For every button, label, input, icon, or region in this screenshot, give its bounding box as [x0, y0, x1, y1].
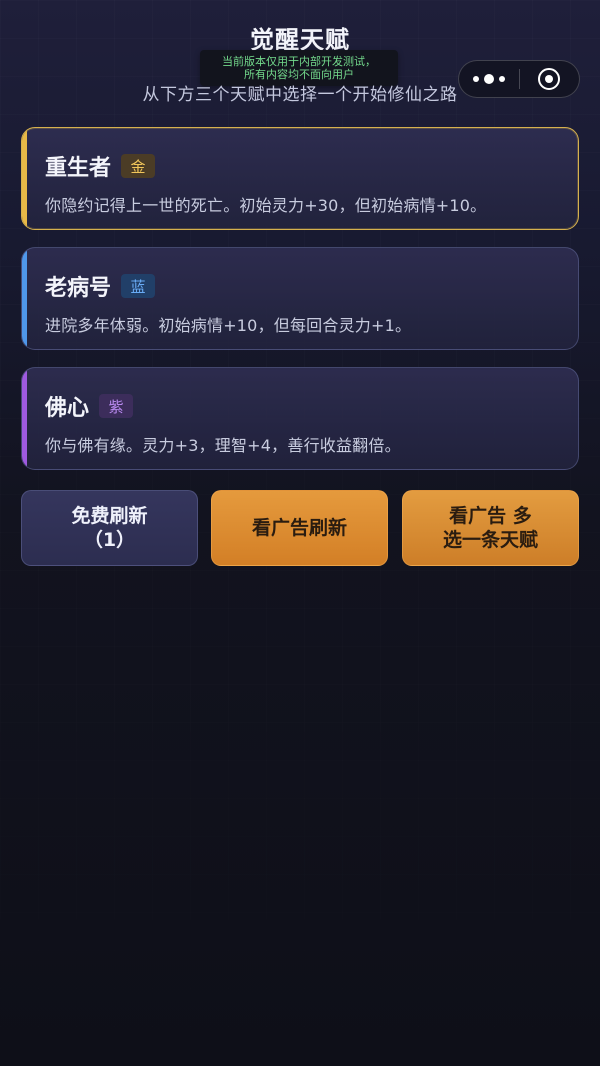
watch-ad-extra-talent-label: 看广告 多 选一条天赋 — [442, 505, 538, 551]
talent-card-list: 重生者 金 你隐约记得上一世的死亡。初始灵力+30，但初始病情+10。 老病号 … — [21, 127, 579, 487]
card-accent-purple — [22, 368, 27, 469]
rarity-badge: 蓝 — [121, 274, 156, 298]
card-description: 你隐约记得上一世的死亡。初始灵力+30，但初始病情+10。 — [45, 196, 487, 215]
miniapp-close-icon — [538, 68, 561, 90]
header: 觉醒天赋 当前版本仅用于内部开发测试， 所有内容均不面向用户 从下方三个天赋中选… — [0, 0, 600, 110]
card-description: 你与佛有缘。灵力+3，理智+4，善行收益翻倍。 — [45, 436, 401, 455]
more-button[interactable] — [459, 61, 519, 97]
watch-ad-extra-talent-button[interactable]: 看广告 多 选一条天赋 — [402, 490, 579, 566]
card-title-row: 佛心 紫 — [45, 390, 134, 422]
watch-ad-refresh-label: 看广告刷新 — [251, 517, 347, 539]
rarity-badge: 金 — [121, 154, 156, 178]
action-buttons: 免费刷新 （1） 看广告刷新 看广告 多 选一条天赋 — [21, 490, 579, 566]
card-title: 佛心 — [45, 396, 90, 421]
close-miniapp-button[interactable] — [519, 61, 579, 97]
more-dots-icon — [472, 74, 505, 84]
watch-ad-refresh-button[interactable]: 看广告刷新 — [211, 490, 388, 566]
card-accent-gold — [22, 128, 27, 229]
talent-card-reborn[interactable]: 重生者 金 你隐约记得上一世的死亡。初始灵力+30，但初始病情+10。 — [21, 127, 579, 230]
talent-card-old-patient[interactable]: 老病号 蓝 进院多年体弱。初始病情+10，但每回合灵力+1。 — [21, 247, 579, 350]
card-description: 进院多年体弱。初始病情+10，但每回合灵力+1。 — [45, 316, 412, 335]
free-refresh-button[interactable]: 免费刷新 （1） — [21, 490, 198, 566]
rarity-badge: 紫 — [99, 394, 134, 418]
card-accent-blue — [22, 248, 27, 349]
notice-line-1: 当前版本仅用于内部开发测试， — [222, 55, 376, 68]
free-refresh-label: 免费刷新 （1） — [71, 505, 148, 551]
card-title: 重生者 — [45, 156, 112, 181]
talent-card-buddha-heart[interactable]: 佛心 紫 你与佛有缘。灵力+3，理智+4，善行收益翻倍。 — [21, 367, 579, 470]
card-title-row: 重生者 金 — [45, 150, 156, 182]
miniapp-capsule — [458, 60, 580, 98]
card-title: 老病号 — [45, 276, 112, 301]
card-title-row: 老病号 蓝 — [45, 270, 156, 302]
